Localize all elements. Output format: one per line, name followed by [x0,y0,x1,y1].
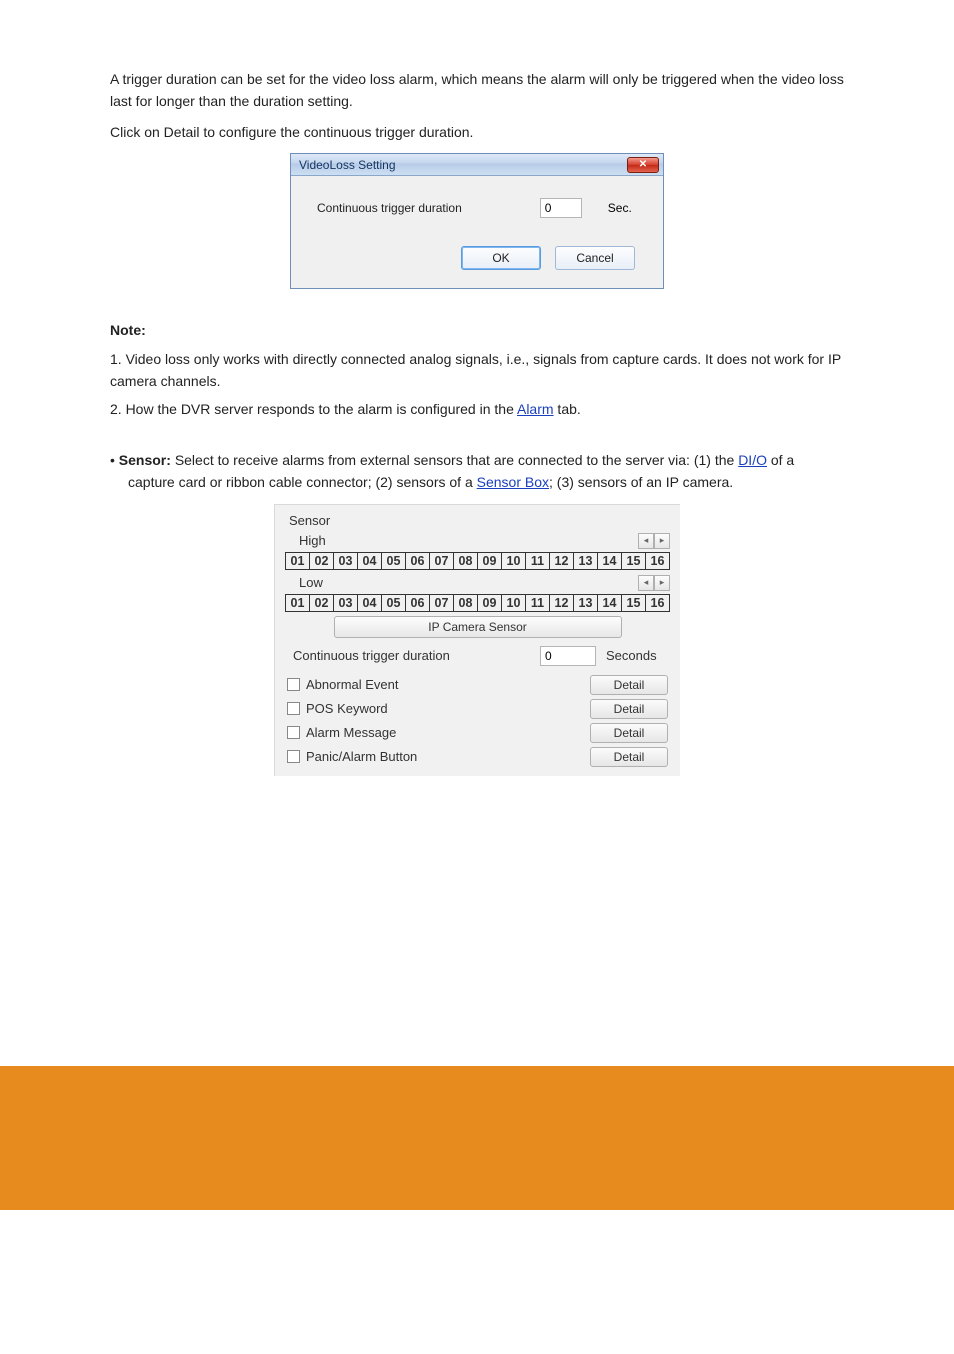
sensor-ctd-unit: Seconds [606,648,668,663]
paragraph-click-detail: Click on Detail to configure the continu… [110,121,844,143]
sensor-slot-05[interactable]: 05 [382,595,406,611]
sensor-slot-12[interactable]: 12 [550,553,574,569]
dialog-title: VideoLoss Setting [299,158,396,172]
sensor-slot-10[interactable]: 10 [502,595,526,611]
sensor-slot-07[interactable]: 07 [430,553,454,569]
text: Click on Detail to configure the continu… [110,124,473,140]
sensor-slot-03[interactable]: 03 [334,553,358,569]
detail-button[interactable]: Detail [590,747,668,767]
event-row: Alarm Message Detail [285,722,670,746]
sensor-slot-11[interactable]: 11 [526,595,550,611]
notes-block: Note: 1. Video loss only works with dire… [110,319,844,421]
sensor-slot-04[interactable]: 04 [358,553,382,569]
ok-label: OK [492,251,509,265]
paragraph-trigger-duration: A trigger duration can be set for the vi… [110,68,844,113]
sensor-slot-08[interactable]: 08 [454,595,478,611]
detail-button[interactable]: Detail [590,723,668,743]
sensor-slot-15[interactable]: 15 [622,553,646,569]
event-row: Panic/Alarm Button Detail [285,746,670,770]
sensor-lead: Sensor: [119,452,175,468]
note-2-part2: tab. [554,401,581,417]
sensor-slot-04[interactable]: 04 [358,595,382,611]
high-number-row: 01020304050607080910111213141516 [285,552,670,570]
low-label: Low [299,575,323,590]
sensor-slot-11[interactable]: 11 [526,553,550,569]
cancel-button[interactable]: Cancel [555,246,635,270]
event-label: Alarm Message [306,725,396,740]
checkbox[interactable] [287,726,300,739]
ip-camera-sensor-button[interactable]: IP Camera Sensor [334,616,622,638]
sensor-slot-02[interactable]: 02 [310,553,334,569]
checkbox[interactable] [287,750,300,763]
dialog-body: Continuous trigger duration Sec. OK Canc… [291,176,663,288]
close-icon: ✕ [639,161,647,169]
text: A trigger duration can be set for the vi… [110,71,844,109]
note-1: 1. Video loss only works with directly c… [110,351,841,389]
videoloss-setting-dialog: VideoLoss Setting ✕ Continuous trigger d… [290,153,664,289]
event-label: Panic/Alarm Button [306,749,417,764]
ip-camera-sensor-label: IP Camera Sensor [428,620,527,634]
high-left-arrow[interactable]: ◂ [638,533,654,549]
sensor-slot-16[interactable]: 16 [646,595,669,611]
sensor-slot-02[interactable]: 02 [310,595,334,611]
sensor-slot-09[interactable]: 09 [478,595,502,611]
event-label: POS Keyword [306,701,388,716]
low-left-arrow[interactable]: ◂ [638,575,654,591]
ctd-label: Continuous trigger duration [317,201,462,215]
sensor-slot-07[interactable]: 07 [430,595,454,611]
sensor-slot-08[interactable]: 08 [454,553,478,569]
sensor-slot-06[interactable]: 06 [406,595,430,611]
alarm-link[interactable]: Alarm [517,401,554,417]
sensor-desc-3: ; (3) sensors of an IP camera. [549,474,733,490]
checkbox[interactable] [287,678,300,691]
ctd-input[interactable] [540,198,582,218]
sensor-slot-03[interactable]: 03 [334,595,358,611]
sensor-slot-12[interactable]: 12 [550,595,574,611]
sensor-panel: Sensor High ◂ ▸ 010203040506070809101112… [274,504,680,776]
sensor-ctd-label: Continuous trigger duration [293,648,530,663]
sec-label: Sec. [608,201,632,215]
sensor-slot-05[interactable]: 05 [382,553,406,569]
sensor-slot-01[interactable]: 01 [286,595,310,611]
sensor-slot-10[interactable]: 10 [502,553,526,569]
sensor-title: Sensor [285,513,670,528]
low-number-row: 01020304050607080910111213141516 [285,594,670,612]
dialog-titlebar: VideoLoss Setting ✕ [291,154,663,176]
high-label: High [299,533,326,548]
sensor-paragraph: • Sensor: Select to receive alarms from … [110,449,844,494]
sensor-slot-01[interactable]: 01 [286,553,310,569]
sensor-desc-1: Select to receive alarms from external s… [175,452,738,468]
checkbox[interactable] [287,702,300,715]
detail-button[interactable]: Detail [590,699,668,719]
sensor-slot-06[interactable]: 06 [406,553,430,569]
sensor-slot-15[interactable]: 15 [622,595,646,611]
note-2-part1: 2. How the DVR server responds to the al… [110,401,517,417]
event-row: Abnormal Event Detail [285,674,670,698]
event-label: Abnormal Event [306,677,399,692]
ok-button[interactable]: OK [461,246,541,270]
detail-button[interactable]: Detail [590,675,668,695]
low-right-arrow[interactable]: ▸ [654,575,670,591]
high-right-arrow[interactable]: ▸ [654,533,670,549]
close-button[interactable]: ✕ [627,157,659,173]
dio-link[interactable]: DI/O [738,452,767,468]
note-lead: Note: [110,322,146,338]
cancel-label: Cancel [576,251,613,265]
sensor-slot-13[interactable]: 13 [574,553,598,569]
sensor-slot-13[interactable]: 13 [574,595,598,611]
sensor-box-link[interactable]: Sensor Box [477,474,549,490]
event-row: POS Keyword Detail [285,698,670,722]
sensor-slot-14[interactable]: 14 [598,595,622,611]
sensor-ctd-input[interactable] [540,646,596,666]
footer-bar [0,1066,954,1210]
sensor-slot-16[interactable]: 16 [646,553,669,569]
sensor-slot-14[interactable]: 14 [598,553,622,569]
sensor-slot-09[interactable]: 09 [478,553,502,569]
